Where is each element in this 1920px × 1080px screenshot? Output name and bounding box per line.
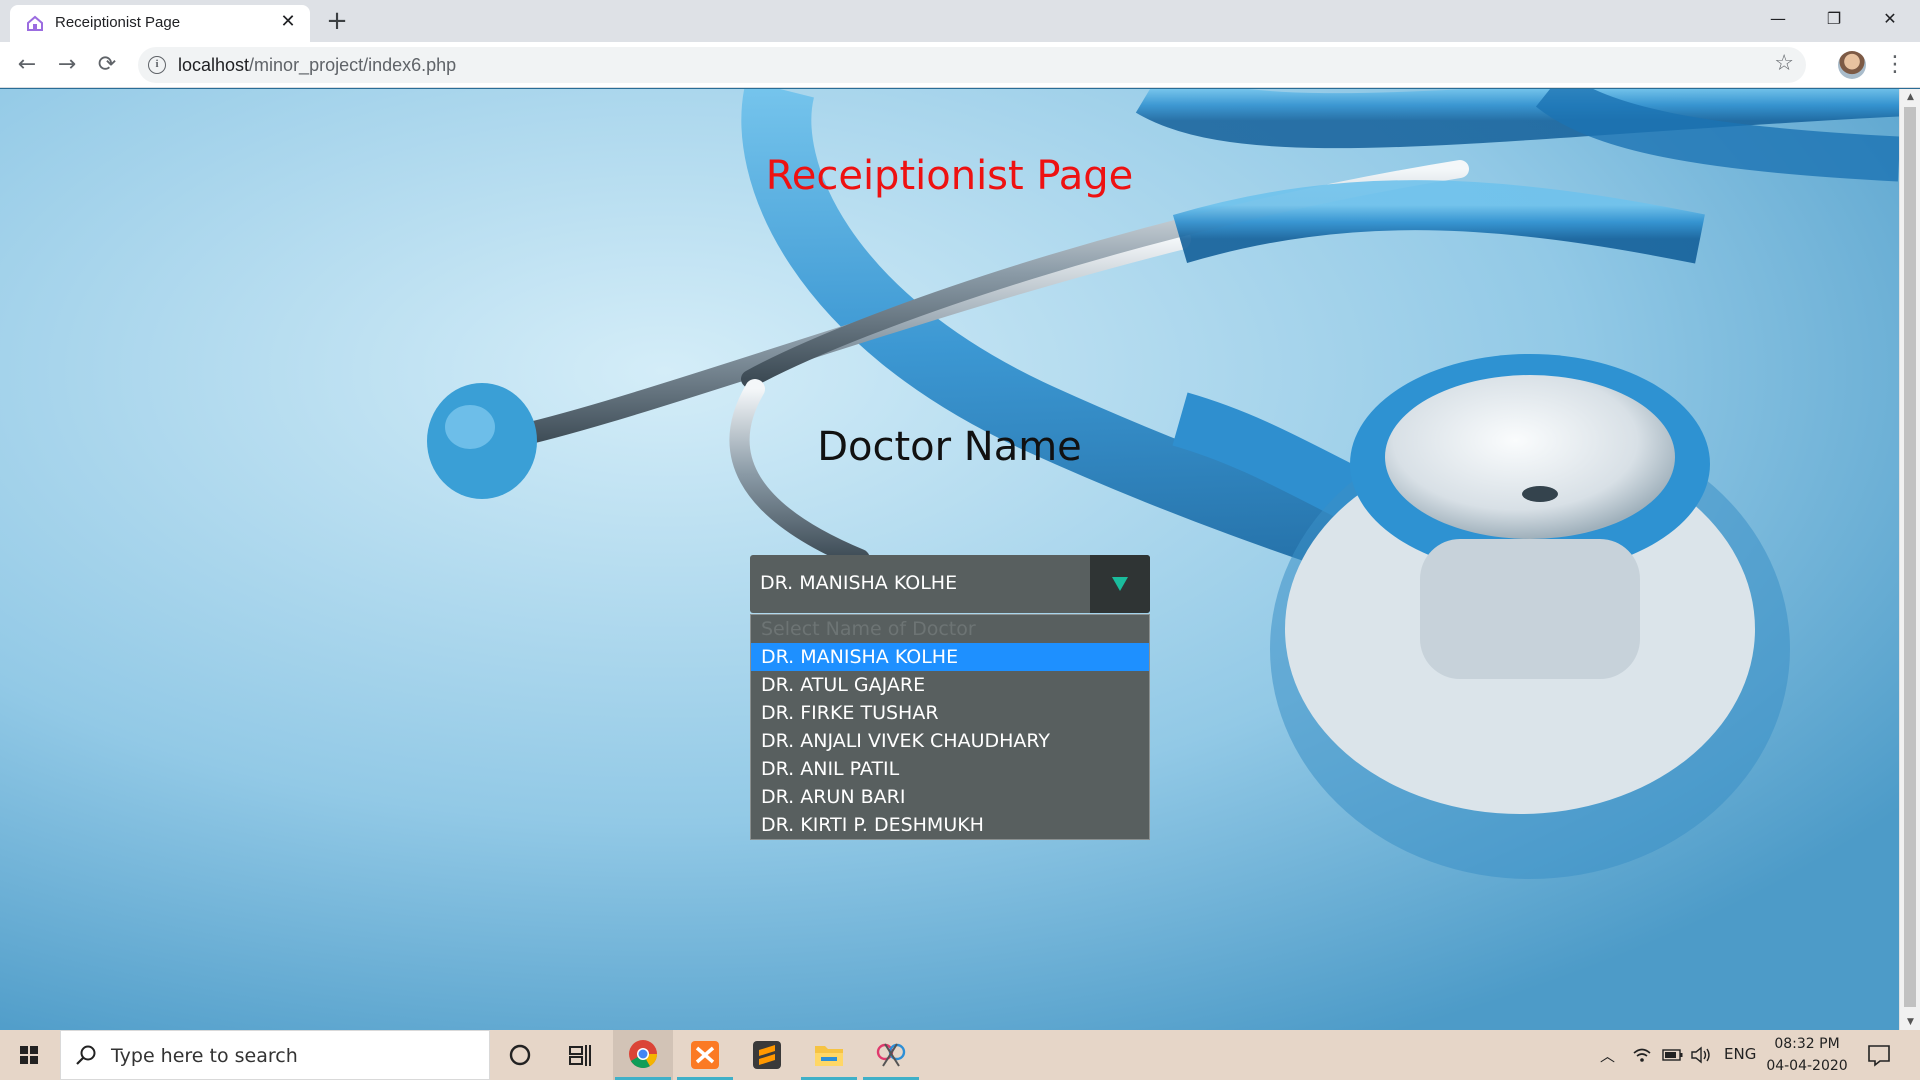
back-button[interactable]: ← bbox=[11, 49, 43, 81]
wifi-icon[interactable] bbox=[1632, 1047, 1652, 1063]
option-doctor[interactable]: DR. MANISHA KOLHE bbox=[751, 643, 1149, 671]
chrome-icon[interactable] bbox=[613, 1030, 673, 1080]
task-view-icon[interactable] bbox=[550, 1030, 610, 1080]
new-tab-button[interactable]: + bbox=[323, 8, 351, 36]
browser-tab-bar: Receiptionist Page ✕ + — ❐ ✕ bbox=[0, 0, 1920, 42]
scrollbar-thumb[interactable] bbox=[1904, 107, 1916, 1007]
site-info-icon[interactable]: i bbox=[148, 56, 166, 74]
clock-date: 04-04-2020 bbox=[1766, 1058, 1848, 1074]
maximize-button[interactable]: ❐ bbox=[1806, 0, 1862, 38]
page-title: Receiptionist Page bbox=[765, 153, 1134, 199]
close-window-button[interactable]: ✕ bbox=[1862, 0, 1918, 38]
show-hidden-icons-chevron-icon[interactable]: ︿ bbox=[1600, 1045, 1615, 1066]
system-clock[interactable]: 08:32 PM 04-04-2020 bbox=[1762, 1033, 1852, 1077]
forward-button[interactable]: → bbox=[51, 49, 83, 81]
tab-receptionist-page[interactable]: Receiptionist Page ✕ bbox=[10, 5, 310, 42]
cortana-icon[interactable] bbox=[490, 1030, 550, 1080]
option-doctor[interactable]: DR. KIRTI P. DESHMUKH bbox=[751, 811, 1149, 839]
clock-time: 08:32 PM bbox=[1774, 1036, 1840, 1052]
option-doctor[interactable]: DR. ANIL PATIL bbox=[751, 755, 1149, 783]
scroll-down-arrow-icon[interactable]: ▼ bbox=[1900, 1014, 1920, 1030]
profile-avatar[interactable] bbox=[1838, 51, 1866, 79]
volume-icon[interactable] bbox=[1690, 1046, 1712, 1064]
sublime-text-icon[interactable] bbox=[737, 1030, 797, 1080]
tab-close-icon[interactable]: ✕ bbox=[276, 10, 300, 34]
taskbar-search-box[interactable]: Type here to search bbox=[60, 1030, 490, 1080]
snipping-tool-icon[interactable] bbox=[861, 1030, 921, 1080]
search-icon bbox=[76, 1045, 96, 1065]
language-indicator[interactable]: ENG bbox=[1724, 1045, 1756, 1063]
xampp-icon[interactable] bbox=[675, 1030, 735, 1080]
notification-center-icon[interactable] bbox=[1866, 1042, 1892, 1068]
doctor-select-value: DR. MANISHA KOLHE bbox=[760, 572, 958, 594]
doctor-name-label: Doctor Name bbox=[817, 424, 1082, 470]
scroll-up-arrow-icon[interactable]: ▲ bbox=[1900, 89, 1920, 105]
tab-title: Receiptionist Page bbox=[55, 14, 181, 31]
dropdown-toggle[interactable] bbox=[1090, 555, 1150, 613]
home-favicon-icon bbox=[27, 15, 43, 31]
search-placeholder: Type here to search bbox=[111, 1045, 298, 1067]
reload-button[interactable]: ⟳ bbox=[91, 49, 123, 81]
option-doctor[interactable]: DR. ARUN BARI bbox=[751, 783, 1149, 811]
windows-start-icon[interactable] bbox=[0, 1030, 58, 1080]
battery-icon[interactable] bbox=[1662, 1049, 1684, 1061]
option-placeholder: Select Name of Doctor bbox=[761, 618, 976, 640]
doctor-select[interactable]: DR. MANISHA KOLHE bbox=[750, 555, 1150, 613]
url-path: /minor_project/index6.php bbox=[249, 55, 457, 75]
address-bar[interactable]: i localhost/minor_project/index6.php ☆ bbox=[138, 47, 1806, 83]
minimize-button[interactable]: — bbox=[1750, 0, 1806, 38]
url-host: localhost bbox=[178, 55, 250, 75]
doctor-options-list: Select Name of Doctor DR. MANISHA KOLHE … bbox=[750, 614, 1150, 840]
triangle-down-icon bbox=[1112, 577, 1128, 591]
page-viewport: Receiptionist Page Doctor Name DR. MANIS… bbox=[0, 89, 1899, 1030]
browser-toolbar: ← → ⟳ i localhost/minor_project/index6.p… bbox=[0, 42, 1920, 88]
option-doctor[interactable]: DR. ANJALI VIVEK CHAUDHARY bbox=[751, 727, 1149, 755]
bookmark-star-icon[interactable]: ☆ bbox=[1774, 51, 1794, 76]
url-text[interactable]: localhost/minor_project/index6.php bbox=[178, 55, 456, 76]
file-explorer-icon[interactable] bbox=[799, 1030, 859, 1080]
browser-menu-icon[interactable]: ⋮ bbox=[1884, 51, 1906, 79]
windows-taskbar: Type here to search ︿ ENG 08:32 PM 04-04… bbox=[0, 1030, 1920, 1080]
option-doctor[interactable]: DR. ATUL GAJARE bbox=[751, 671, 1149, 699]
option-doctor[interactable]: DR. FIRKE TUSHAR bbox=[751, 699, 1149, 727]
vertical-scrollbar[interactable]: ▲ ▼ bbox=[1899, 89, 1920, 1030]
